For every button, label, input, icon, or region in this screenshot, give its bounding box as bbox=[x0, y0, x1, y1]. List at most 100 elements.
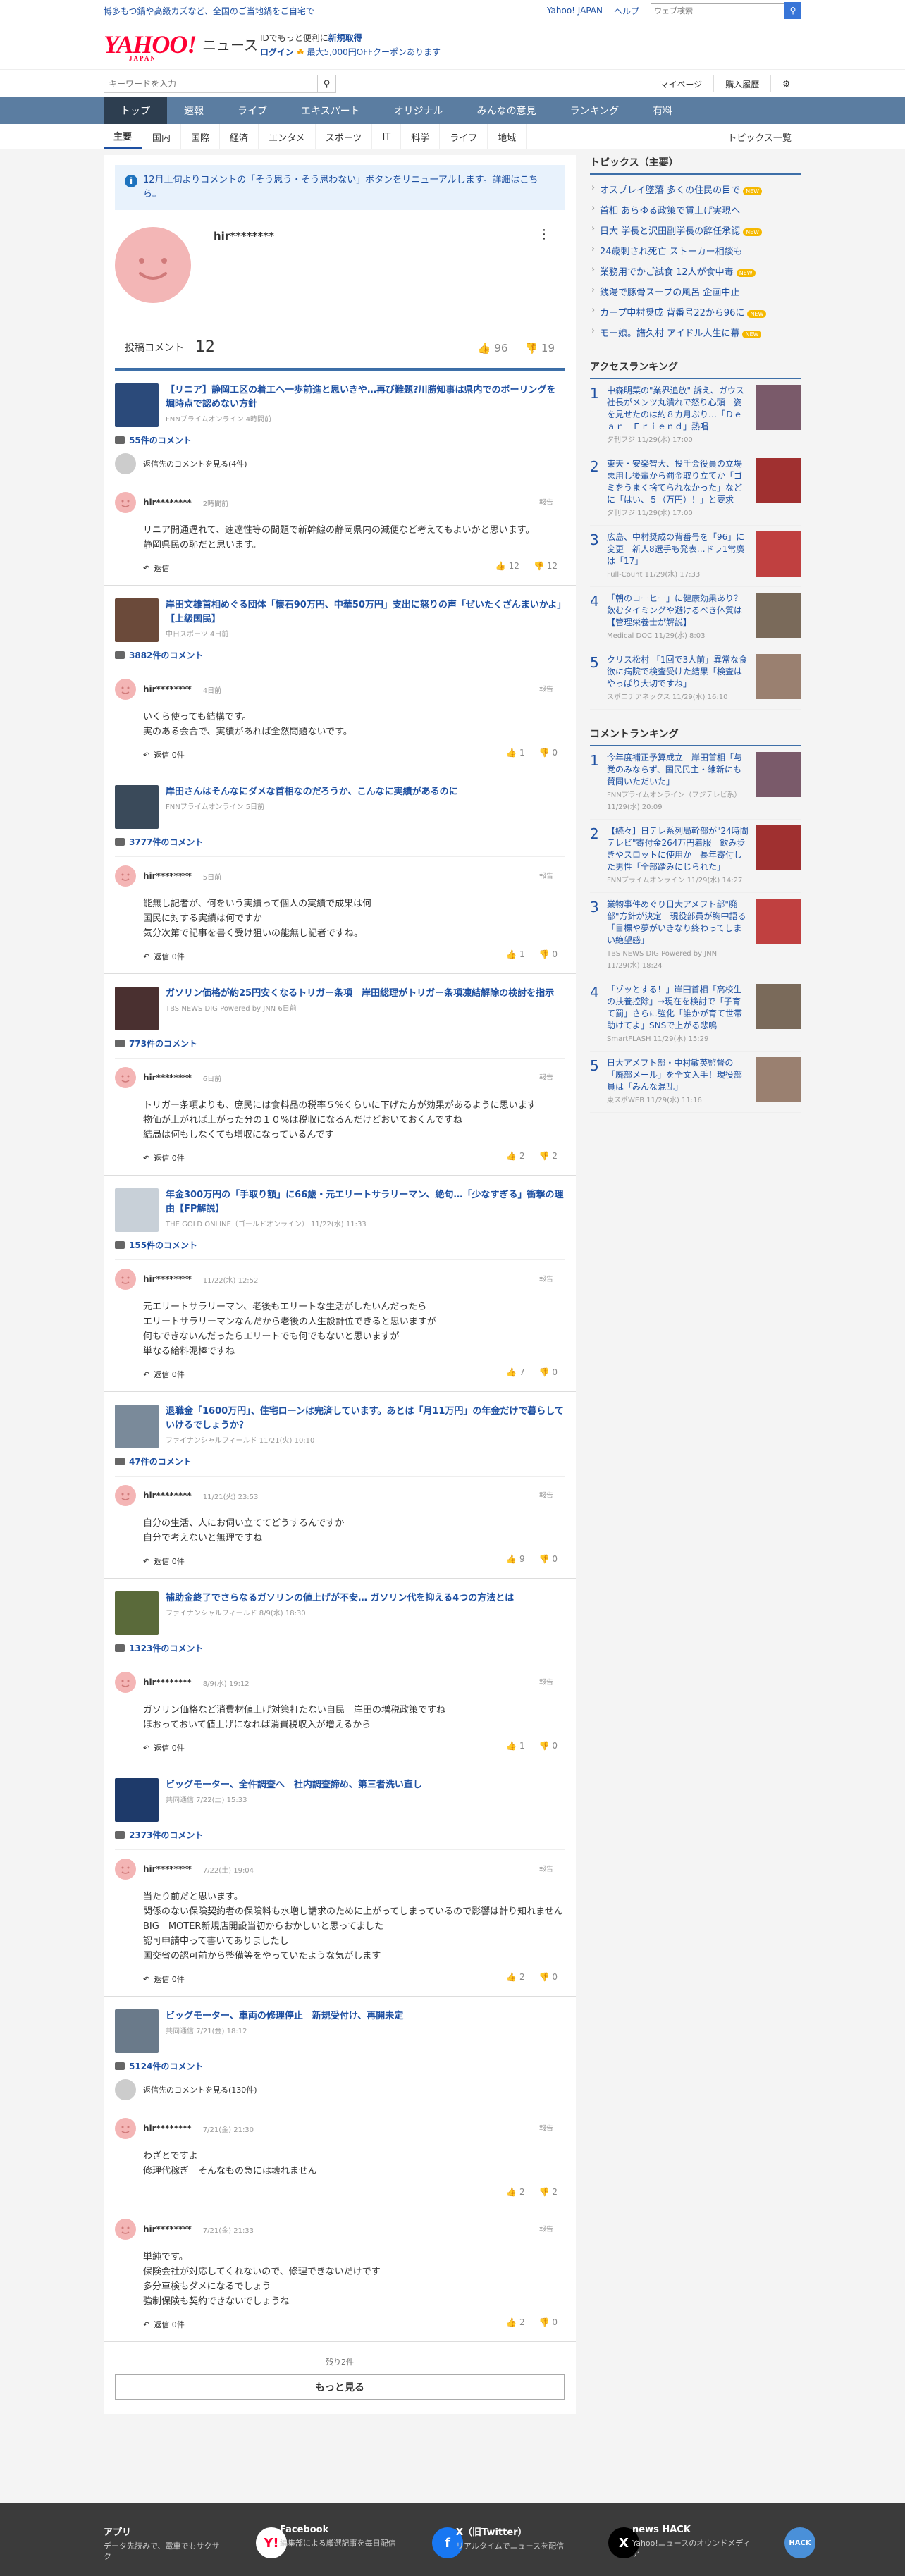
reply-button[interactable]: ↶ 返信 0件 bbox=[143, 1973, 185, 1985]
footer-item[interactable]: news HACK Yahoo!ニュースのオウンドメディア HACK bbox=[632, 2525, 830, 2559]
topic-item[interactable]: モー娘。譜久村 アイドル人生に幕NEW bbox=[590, 322, 801, 343]
upvote-button[interactable]: 👍 12 bbox=[495, 561, 519, 571]
article-header[interactable]: ガソリン価格が約25円安くなるトリガー条項 岸田総理がトリガー条項凍結解除の検討… bbox=[115, 987, 565, 1030]
ranking-item[interactable]: 2 【続々】日テレ系列局幹部が"24時間テレビ"寄付金264万円着服 飲み歩きやス… bbox=[590, 820, 801, 893]
comment-user[interactable]: hir******** bbox=[143, 871, 192, 881]
report-link[interactable]: 報告 bbox=[539, 1273, 553, 1283]
footer-item[interactable]: Facebook 編集部による厳選記事を毎日配信 f bbox=[280, 2525, 477, 2558]
ranking-item[interactable]: 1 中森明菜の"業界追放" 訴え、ガウス社長がメンツ丸潰れで怒り心頭 姿を見せたの… bbox=[590, 379, 801, 452]
comment-count-link[interactable]: 3882件のコメント bbox=[115, 649, 565, 661]
comment-user[interactable]: hir******** bbox=[143, 1864, 192, 1874]
downvote-button[interactable]: 👎 0 bbox=[539, 1741, 558, 1751]
comment-count-link[interactable]: 3777件のコメント bbox=[115, 836, 565, 848]
ranking-title[interactable]: 中森明菜の"業界追放" 訴え、ガウス社長がメンツ丸潰れで怒り心頭 姿を見せたのは… bbox=[607, 385, 749, 433]
article-thumbnail[interactable] bbox=[115, 1405, 159, 1448]
web-search-input[interactable] bbox=[651, 3, 784, 18]
article-header[interactable]: 岸田文雄首相めぐる団体「懐石90万円、中華50万円」支出に怒りの声「ぜいたくざん… bbox=[115, 598, 565, 642]
upvote-button[interactable]: 👍 2 bbox=[506, 2187, 524, 2197]
ranking-title[interactable]: 今年度補正予算成立 岸田首相「与党のみならず、国民民主・維新にも賛同いただいた」 bbox=[607, 752, 749, 788]
subnav-item[interactable]: 国内 bbox=[142, 124, 182, 149]
comment-count-link[interactable]: 1323件のコメント bbox=[115, 1642, 565, 1654]
upvote-button[interactable]: 👍 2 bbox=[506, 2317, 524, 2327]
subnav-item[interactable]: 地域 bbox=[488, 124, 527, 149]
upvote-button[interactable]: 👍 2 bbox=[506, 1972, 524, 1982]
reply-button[interactable]: ↶ 返信 0件 bbox=[143, 1742, 185, 1754]
article-header[interactable]: 補助金終了でさらなるガソリンの値上げが不安… ガソリン代を抑える4つの方法とはフ… bbox=[115, 1591, 565, 1635]
ranking-title[interactable]: 広島、中村奨成の背番号を「96」に変更 新人8選手も発表…ドラ1常廣は「17」 bbox=[607, 531, 749, 567]
ranking-thumbnail[interactable] bbox=[756, 531, 801, 577]
gnav-item[interactable]: 速報 bbox=[167, 97, 221, 124]
coupon-link[interactable]: 最大5,000円OFFクーポンあります bbox=[307, 47, 441, 57]
promo-link[interactable]: 博多もつ鍋や高級カズなど、全国のご当地鍋をご自宅で bbox=[104, 5, 314, 17]
more-button[interactable]: もっと見る bbox=[115, 2374, 565, 2400]
comment-count-link[interactable]: 47件のコメント bbox=[115, 1455, 565, 1467]
gnav-item[interactable]: オリジナル bbox=[377, 97, 460, 124]
downvote-button[interactable]: 👎 0 bbox=[539, 1367, 558, 1377]
report-link[interactable]: 報告 bbox=[539, 2223, 553, 2233]
downvote-button[interactable]: 👎 0 bbox=[539, 2317, 558, 2327]
topic-item[interactable]: 銭湯で豚骨スープの風呂 企画中止 bbox=[590, 281, 801, 302]
ranking-thumbnail[interactable] bbox=[756, 825, 801, 870]
topic-item[interactable]: 24歳刺され死亡 ストーカー相談も bbox=[590, 240, 801, 261]
topic-item[interactable]: 日大 学長と沢田副学長の辞任承認NEW bbox=[590, 220, 801, 240]
upvote-button[interactable]: 👍 2 bbox=[506, 1151, 524, 1161]
ranking-title[interactable]: 日大アメフト部・中村敏英監督の「廃部メール」を全文入手！現役部員は「みんな混乱」 bbox=[607, 1057, 749, 1093]
comment-user[interactable]: hir******** bbox=[143, 1677, 192, 1687]
reply-button[interactable]: ↶ 返信 0件 bbox=[143, 749, 185, 760]
article-thumbnail[interactable] bbox=[115, 2009, 159, 2053]
ranking-title[interactable]: 業物事件めぐり日大アメフト部"廃部"方針が決定 現役部員が胸中語る「目標や夢がい… bbox=[607, 899, 749, 947]
topics-list-link[interactable]: トピックス一覧 bbox=[718, 124, 801, 149]
ranking-item[interactable]: 5 クリス松村 「1回で3人前」異常な食欲に病院で検査受けた結果「検査はやっぱり大… bbox=[590, 648, 801, 710]
reply-button[interactable]: ↶ 返信 0件 bbox=[143, 1369, 185, 1380]
ranking-title[interactable]: 「ゾッとする！」岸田首相「高校生の扶養控除」→現在を検討で「子育て罰」さらに強化… bbox=[607, 984, 749, 1032]
subnav-item[interactable]: 国際 bbox=[181, 124, 221, 149]
article-header[interactable]: 【リニア】静岡工区の着工へ一歩前進と思いきや…再び難題?川勝知事は県内でのボーリ… bbox=[115, 383, 565, 427]
mypage-link[interactable]: マイページ bbox=[648, 75, 713, 92]
subnav-item[interactable]: ライフ bbox=[440, 124, 488, 149]
downvote-button[interactable]: 👎 12 bbox=[534, 561, 558, 571]
upvote-button[interactable]: 👍 1 bbox=[506, 1741, 524, 1751]
subnav-item[interactable]: 経済 bbox=[220, 124, 259, 149]
footer-item[interactable]: X（旧Twitter） リアルタイムでニュースを配信 X bbox=[456, 2525, 653, 2558]
report-link[interactable]: 報告 bbox=[539, 496, 553, 507]
ranking-title[interactable]: クリス松村 「1回で3人前」異常な食欲に病院で検査受けた結果「検査はやっぱり大切… bbox=[607, 654, 749, 690]
reply-button[interactable]: ↶ 返信 0件 bbox=[143, 1555, 185, 1567]
subnav-item[interactable]: 科学 bbox=[401, 124, 441, 149]
help-link[interactable]: ヘルプ bbox=[614, 5, 639, 17]
ranking-item[interactable]: 4 「朝のコーヒー」に健康効果あり？ 飲むタイミングや避けるべき体質は【管理栄養士… bbox=[590, 587, 801, 648]
comment-user[interactable]: hir******** bbox=[143, 1274, 192, 1284]
upvote-button[interactable]: 👍 9 bbox=[506, 1554, 524, 1564]
gnav-item[interactable]: 有料 bbox=[636, 97, 689, 124]
keyword-input[interactable] bbox=[104, 75, 317, 92]
ranking-thumbnail[interactable] bbox=[756, 593, 801, 638]
report-link[interactable]: 報告 bbox=[539, 2122, 553, 2133]
ranking-thumbnail[interactable] bbox=[756, 458, 801, 503]
article-header[interactable]: ビッグモーター、全件調査へ 社内調査諦め、第三者洗い直し 共同通信 7/22(土)… bbox=[115, 1778, 565, 1822]
history-link[interactable]: 購入履歴 bbox=[713, 75, 770, 92]
comment-count-link[interactable]: 155件のコメント bbox=[115, 1239, 565, 1251]
subnav-item[interactable]: スポーツ bbox=[316, 124, 373, 149]
reply-button[interactable]: ↶ 返信 bbox=[143, 562, 169, 574]
ranking-title[interactable]: 【続々】日テレ系列局幹部が"24時間テレビ"寄付金264万円着服 飲み歩きやスロ… bbox=[607, 825, 749, 873]
report-link[interactable]: 報告 bbox=[539, 683, 553, 694]
article-thumbnail[interactable] bbox=[115, 987, 159, 1030]
article-thumbnail[interactable] bbox=[115, 1778, 159, 1822]
show-parent-comments[interactable]: 返信先のコメントを見る(4件) bbox=[115, 453, 565, 474]
signup-link[interactable]: 新規取得 bbox=[328, 33, 362, 43]
article-thumbnail[interactable] bbox=[115, 785, 159, 829]
show-parent-comments[interactable]: 返信先のコメントを見る(130件) bbox=[115, 2079, 565, 2100]
yahoo-japan-link[interactable]: Yahoo! JAPAN bbox=[547, 6, 603, 16]
comment-user[interactable]: hir******** bbox=[143, 2124, 192, 2133]
gnav-item[interactable]: エキスパート bbox=[284, 97, 377, 124]
footer-item[interactable]: アプリ データ先読みで、電車でもサクサク Y! bbox=[104, 2525, 301, 2562]
article-title[interactable]: 岸田文雄首相めぐる団体「懐石90万円、中華50万円」支出に怒りの声「ぜいたくざん… bbox=[166, 598, 565, 627]
topic-item[interactable]: 業務用でかご試食 12人が食中毒NEW bbox=[590, 261, 801, 281]
article-title[interactable]: 退職金「1600万円」、住宅ローンは完済しています。あとは「月11万円」の年金だ… bbox=[166, 1405, 565, 1433]
downvote-button[interactable]: 👎 0 bbox=[539, 748, 558, 758]
upvote-button[interactable]: 👍 1 bbox=[506, 949, 524, 959]
report-link[interactable]: 報告 bbox=[539, 870, 553, 880]
gear-icon[interactable]: ⚙ bbox=[770, 75, 801, 92]
comment-user[interactable]: hir******** bbox=[143, 684, 192, 694]
gnav-item[interactable]: トップ bbox=[104, 97, 167, 124]
gnav-item[interactable]: みんなの意見 bbox=[460, 97, 553, 124]
